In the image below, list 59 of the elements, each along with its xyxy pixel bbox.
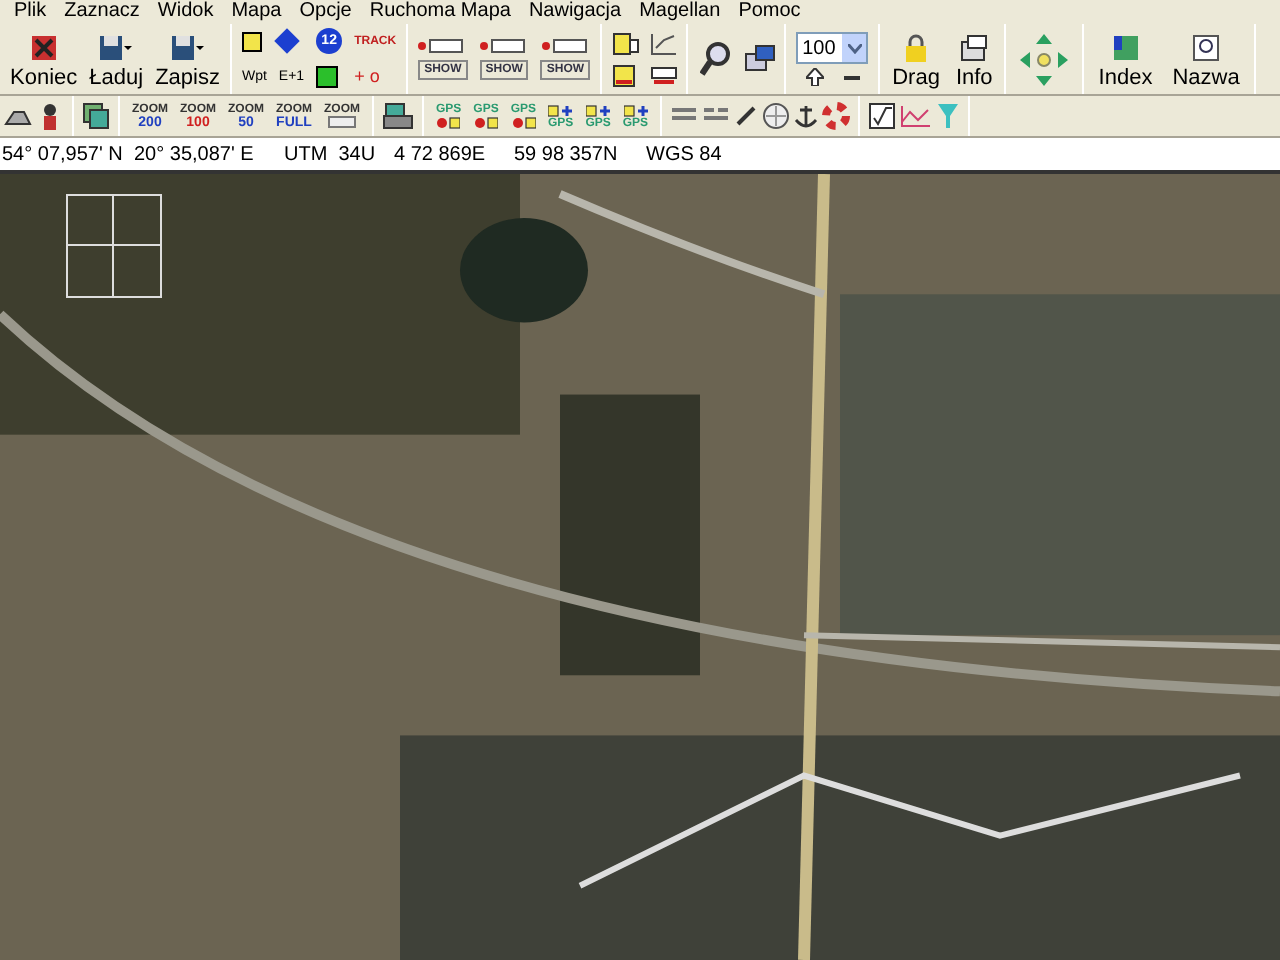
marker-icon: [623, 103, 648, 117]
save-disk-icon: [98, 34, 135, 62]
printer-icon[interactable]: [382, 102, 414, 130]
line-chart-icon[interactable]: [900, 104, 933, 128]
toolbar-button[interactable]: Koniec: [4, 24, 84, 94]
search-icon: [700, 39, 733, 79]
menu-item[interactable]: Plik: [14, 2, 47, 22]
close-icon: [29, 34, 58, 62]
square-root-icon[interactable]: [868, 102, 897, 130]
toolbar-button[interactable]: Zapisz: [149, 24, 226, 94]
marker-icon: [548, 103, 573, 117]
pencil-icon[interactable]: [734, 104, 759, 128]
index-grid-icon: [1111, 34, 1140, 62]
toolbar-button[interactable]: + o: [354, 67, 397, 86]
marker-icon: [474, 115, 498, 129]
computer-icon: [744, 43, 777, 75]
toolbar-button[interactable]: Index: [1088, 24, 1163, 94]
search-page-icon: [1192, 34, 1221, 62]
menu-item[interactable]: Magellan: [639, 2, 721, 22]
document-icon: [960, 34, 989, 62]
anchor-icon[interactable]: [794, 102, 819, 130]
coordinate-readout: WGS 84: [646, 141, 724, 169]
menu-item[interactable]: Pomoc: [738, 2, 801, 22]
coordinate-readout: 54° 07,957' N: [2, 141, 125, 169]
padlock-icon: [904, 34, 929, 62]
track-bar-icon: [541, 38, 590, 54]
zoom-select[interactable]: 100: [796, 32, 869, 64]
chart-icon: [650, 31, 679, 55]
menu-item[interactable]: Mapa: [231, 2, 282, 22]
menu-item[interactable]: Widok: [157, 2, 214, 22]
track-bar-icon: [418, 38, 467, 54]
coordinate-readout: 20° 35,087' E: [134, 141, 256, 169]
menu-item[interactable]: Opcje: [299, 2, 352, 22]
toolbar-button[interactable]: Nazwa: [1162, 24, 1250, 94]
pan-arrows-icon[interactable]: [1018, 31, 1071, 87]
coordinate-readout: 59 98 357N: [514, 141, 620, 169]
marker-icon: [586, 103, 611, 117]
marker-icon: [511, 115, 536, 129]
compass-icon[interactable]: [762, 102, 791, 130]
menu-item[interactable]: Zaznacz: [64, 2, 140, 22]
layers-icon[interactable]: [82, 102, 110, 130]
menu-item[interactable]: Nawigacja: [528, 2, 622, 22]
toolbar-button[interactable]: Drag: [884, 24, 948, 94]
track-bar-icon: [480, 38, 529, 54]
marker-icon: [436, 115, 461, 129]
toolbar-button[interactable]: Info: [947, 24, 1001, 94]
coordinate-readout: UTM 34U: [284, 141, 378, 169]
page-icon: [612, 31, 641, 55]
up-arrow-icon[interactable]: [805, 68, 824, 86]
save-disk-icon: [169, 34, 206, 62]
square-icon: [316, 65, 339, 88]
toolbar-button[interactable]: Ładuj: [83, 24, 150, 94]
waypoint-square-icon: [241, 31, 262, 52]
page-icon: [612, 63, 641, 87]
rectangle-icon: [650, 63, 679, 87]
coordinate-readout: 4 72 869E: [394, 141, 488, 169]
lifebuoy-icon[interactable]: [822, 102, 851, 130]
menu-item[interactable]: Ruchoma Mapa: [369, 2, 511, 22]
grid-overlay-icon: [66, 194, 162, 298]
